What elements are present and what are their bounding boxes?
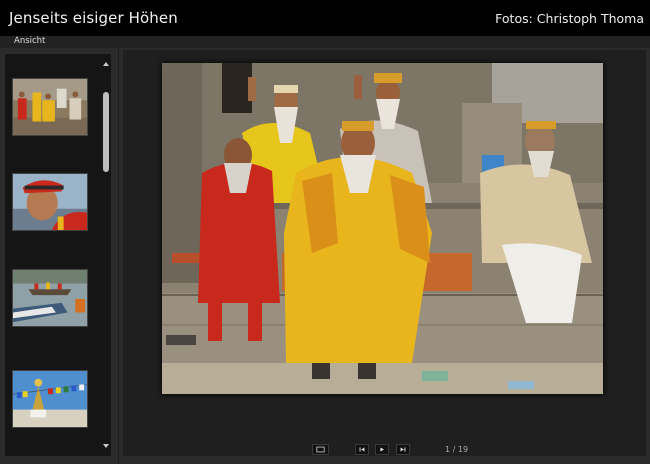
thumbnail-1-image (13, 79, 87, 135)
thumbnail-3-image (13, 270, 87, 326)
menu-bar: Ansicht (0, 36, 650, 48)
next-button[interactable] (396, 444, 410, 455)
panel-divider (118, 48, 119, 464)
scroll-down-icon[interactable] (102, 442, 110, 450)
photo-stage: 1 / 19 (123, 50, 646, 456)
previous-button[interactable] (355, 444, 369, 455)
next-icon (400, 447, 406, 452)
main-photo[interactable] (162, 63, 603, 394)
previous-icon (359, 447, 365, 452)
thumbnail-2[interactable] (12, 173, 88, 231)
thumbnail-scrollbar[interactable] (101, 54, 111, 456)
thumbnail-2-image (13, 174, 87, 230)
playback-controls: 1 / 19 (123, 444, 646, 462)
fullscreen-button[interactable] (312, 444, 329, 455)
play-icon (380, 447, 385, 452)
view-menu[interactable]: Ansicht (14, 36, 45, 47)
scroll-thumb[interactable] (103, 92, 109, 172)
content-area: 1 / 19 (0, 48, 650, 464)
scroll-up-icon[interactable] (102, 60, 110, 68)
image-counter: 1 / 19 (445, 445, 469, 454)
thumbnail-strip (5, 54, 111, 456)
fullscreen-icon (316, 446, 325, 453)
play-button[interactable] (375, 444, 389, 455)
thumbnail-1[interactable] (12, 78, 88, 136)
site-title: Jenseits eisiger Höhen (9, 9, 178, 27)
thumbnail-4-image (13, 371, 87, 427)
header: Jenseits eisiger Höhen Fotos: Christoph … (0, 0, 650, 36)
sadhus-photo (162, 63, 603, 394)
thumbnail-3[interactable] (12, 269, 88, 327)
thumbnail-4[interactable] (12, 370, 88, 428)
photo-credit: Fotos: Christoph Thoma (495, 11, 644, 26)
